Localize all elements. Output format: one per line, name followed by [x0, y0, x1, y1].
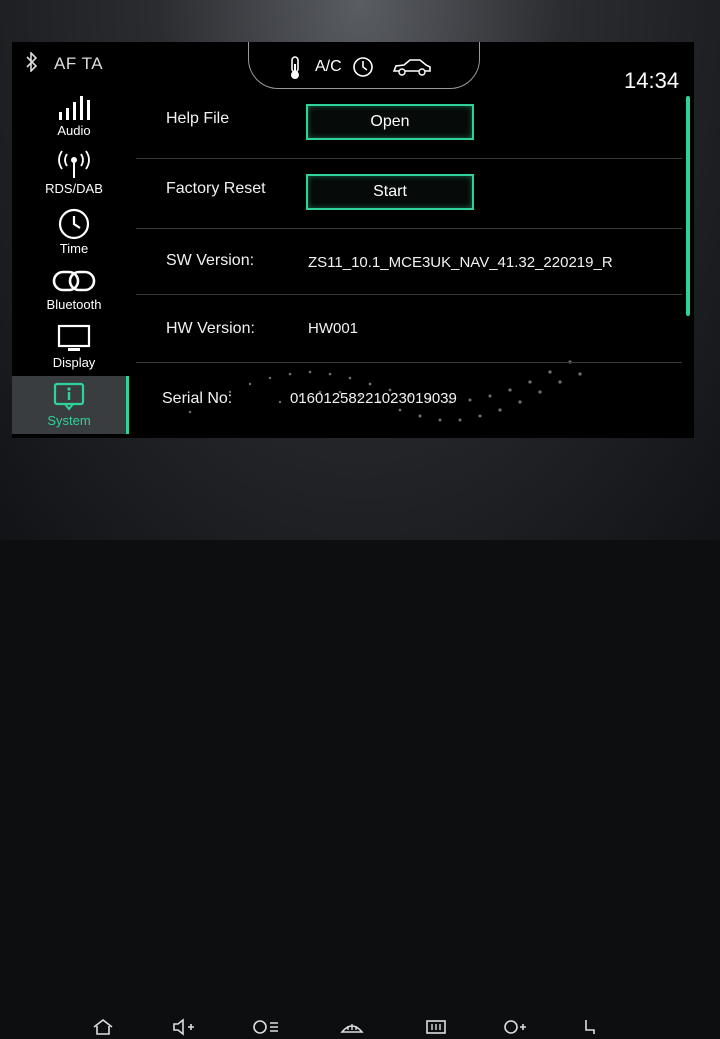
system-settings-panel: Help File Open Factory Reset Start SW Ve…: [130, 86, 686, 438]
settings-sidebar: Audio RDS/DAB Time Bluetooth Display Sys…: [12, 86, 130, 438]
windscreen-defrost-icon[interactable]: [340, 1018, 364, 1039]
monitor-icon: [57, 324, 91, 351]
hw-version-value: HW001: [308, 320, 359, 337]
link-rings-icon: [52, 270, 96, 292]
screen: AF TA A/C 14:34 Audio RDS/DAB Time Bluet…: [12, 42, 694, 438]
volume-up-icon[interactable]: [172, 1018, 196, 1039]
sidebar-item-label: Audio: [57, 123, 91, 138]
sw-version-value: ZS11_10.1_MCE3UK_NAV_41.32_220219_R: [308, 254, 613, 271]
audio-bars-icon: [59, 96, 90, 120]
factory-reset-label: Factory Reset: [166, 180, 266, 197]
fan-power-icon[interactable]: [252, 1018, 280, 1039]
sidebar-item-system[interactable]: System: [12, 376, 129, 434]
help-file-label: Help File: [166, 110, 230, 127]
radio-antenna-icon: [58, 150, 90, 178]
sidebar-item-audio[interactable]: Audio: [24, 86, 124, 144]
serial-no-row: Serial No: 01601258221023019039: [130, 362, 686, 424]
af-ta-indicator: AF TA: [54, 54, 104, 73]
sidebar-item-label: Time: [59, 241, 89, 256]
sidebar-item-rds-dab[interactable]: RDS/DAB: [24, 144, 124, 202]
hw-version-label: HW Version:: [166, 320, 255, 337]
sw-version-row: SW Version: ZS11_10.1_MCE3UK_NAV_41.32_2…: [130, 228, 686, 290]
ac-label[interactable]: A/C: [315, 58, 342, 76]
bluetooth-icon: [26, 51, 38, 77]
scrollbar[interactable]: [686, 96, 690, 316]
sidebar-item-label: Display: [52, 355, 96, 370]
sidebar-item-bluetooth[interactable]: Bluetooth: [24, 260, 124, 318]
help-file-open-button[interactable]: Open: [306, 104, 474, 140]
help-file-row: Help File Open: [130, 86, 686, 148]
factory-reset-start-button[interactable]: Start: [306, 174, 474, 210]
hw-version-row: HW Version: HW001: [130, 294, 686, 356]
home-icon[interactable]: [92, 1018, 114, 1039]
factory-reset-row: Factory Reset Start: [130, 158, 686, 220]
sidebar-item-label: Bluetooth: [46, 297, 102, 312]
car-icon[interactable]: [392, 58, 432, 81]
seat-heat-icon[interactable]: [580, 1018, 598, 1039]
fan-up-icon[interactable]: [502, 1018, 528, 1039]
clock-icon: [58, 208, 90, 240]
sidebar-item-time[interactable]: Time: [24, 202, 124, 260]
sidebar-item-label: System: [47, 413, 91, 428]
serial-no-value: 01601258221023019039: [290, 390, 457, 407]
thermometer-icon[interactable]: [288, 56, 302, 85]
sw-version-label: SW Version:: [166, 252, 255, 269]
info-screen-icon: [53, 382, 85, 411]
sidebar-item-label: RDS/DAB: [45, 181, 103, 196]
auto-climate-icon[interactable]: [352, 56, 374, 83]
sidebar-item-display[interactable]: Display: [24, 318, 124, 376]
serial-no-label: Serial No:: [162, 390, 233, 407]
hardware-button-strip: [0, 500, 720, 1036]
rear-defrost-icon[interactable]: [424, 1018, 448, 1039]
